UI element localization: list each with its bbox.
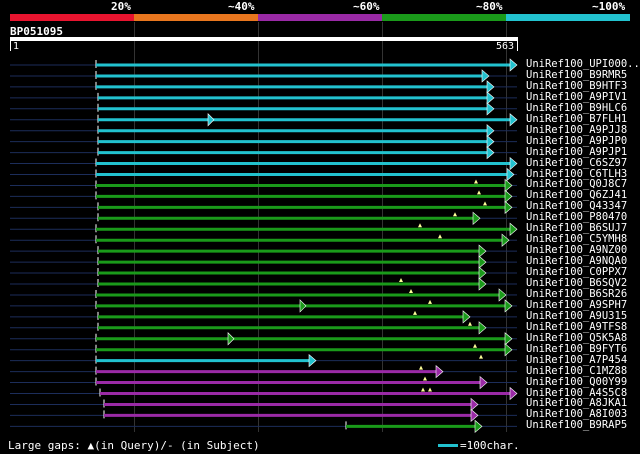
hit-arrow-end: [509, 156, 518, 171]
hit-arrow-end: [486, 91, 495, 105]
hit-arrow-end: [506, 167, 515, 182]
query-gap-triangle: [409, 288, 413, 293]
query-gap-triangle: [474, 179, 478, 184]
query-gap-triangle: [428, 387, 432, 392]
gaps-legend: Large gaps: ▲(in Query)/- (in Subject): [8, 439, 260, 452]
scale-label: =100char.: [460, 439, 520, 452]
hit-arrow-end: [509, 58, 518, 72]
gap-arrow-marker: [227, 332, 235, 346]
query-gap-triangle: [418, 223, 422, 228]
hit-arrow-end: [470, 397, 479, 412]
hit-arrow-end: [509, 386, 518, 401]
query-gap-triangle: [419, 365, 423, 370]
blast-graphic-view: 20% ~40% ~60% ~80% ~100% BP051095 1 563 …: [0, 0, 640, 454]
hit-arrow-end: [472, 211, 481, 225]
gap-arrow-marker: [299, 299, 307, 313]
hit-arrow-end: [504, 200, 513, 215]
hit-arrow-end: [509, 113, 518, 127]
hit-arrow-end: [504, 299, 513, 313]
gap-arrow-marker: [207, 113, 215, 127]
hit-arrow-end: [308, 353, 317, 368]
hit-label[interactable]: UniRef100_B9RAP5: [526, 419, 627, 431]
hit-arrow-end: [498, 288, 507, 302]
hit-arrow-end: [504, 178, 513, 193]
hit-arrow-end: [486, 124, 495, 138]
hit-arrow-end: [501, 233, 510, 247]
identity-label-100: ~100%: [592, 0, 626, 13]
query-gap-triangle: [477, 190, 481, 195]
hit-arrow-end: [478, 255, 487, 269]
hit-arrow-end: [462, 310, 471, 324]
hit-arrow-end: [435, 364, 444, 379]
query-gap-triangle: [438, 234, 442, 239]
hit-arrow-end: [470, 408, 479, 423]
hit-arrow-end: [474, 419, 483, 434]
hit-arrow-end: [504, 343, 513, 357]
hit-arrow-end: [478, 277, 487, 291]
hit-arrow-end: [486, 134, 495, 149]
scale-bar: [438, 444, 458, 447]
hit-arrow-end: [504, 332, 513, 346]
hit-arrow-end: [478, 266, 487, 280]
hit-arrow-end: [486, 102, 495, 116]
query-gap-triangle: [428, 299, 432, 304]
hit-arrow-end: [509, 222, 518, 236]
query-gap-triangle: [413, 310, 417, 315]
query-gap-triangle: [479, 354, 483, 359]
hit-arrow-end: [481, 69, 490, 83]
query-gap-triangle: [468, 321, 472, 326]
query-gap-triangle: [421, 387, 425, 392]
query-gap-triangle: [473, 343, 477, 348]
hit-arrow-end: [504, 189, 513, 204]
hit-arrow-end: [478, 244, 487, 258]
query-gap-triangle: [399, 278, 403, 282]
hit-arrow-end: [478, 321, 487, 335]
query-gap-triangle: [423, 376, 427, 381]
hit-tracks: [10, 58, 518, 434]
hit-arrow-end: [486, 145, 495, 160]
hit-arrow-end: [486, 80, 495, 94]
query-gap-triangle: [453, 212, 457, 217]
query-gap-triangle: [483, 201, 487, 206]
hit-arrow-end: [479, 375, 488, 390]
